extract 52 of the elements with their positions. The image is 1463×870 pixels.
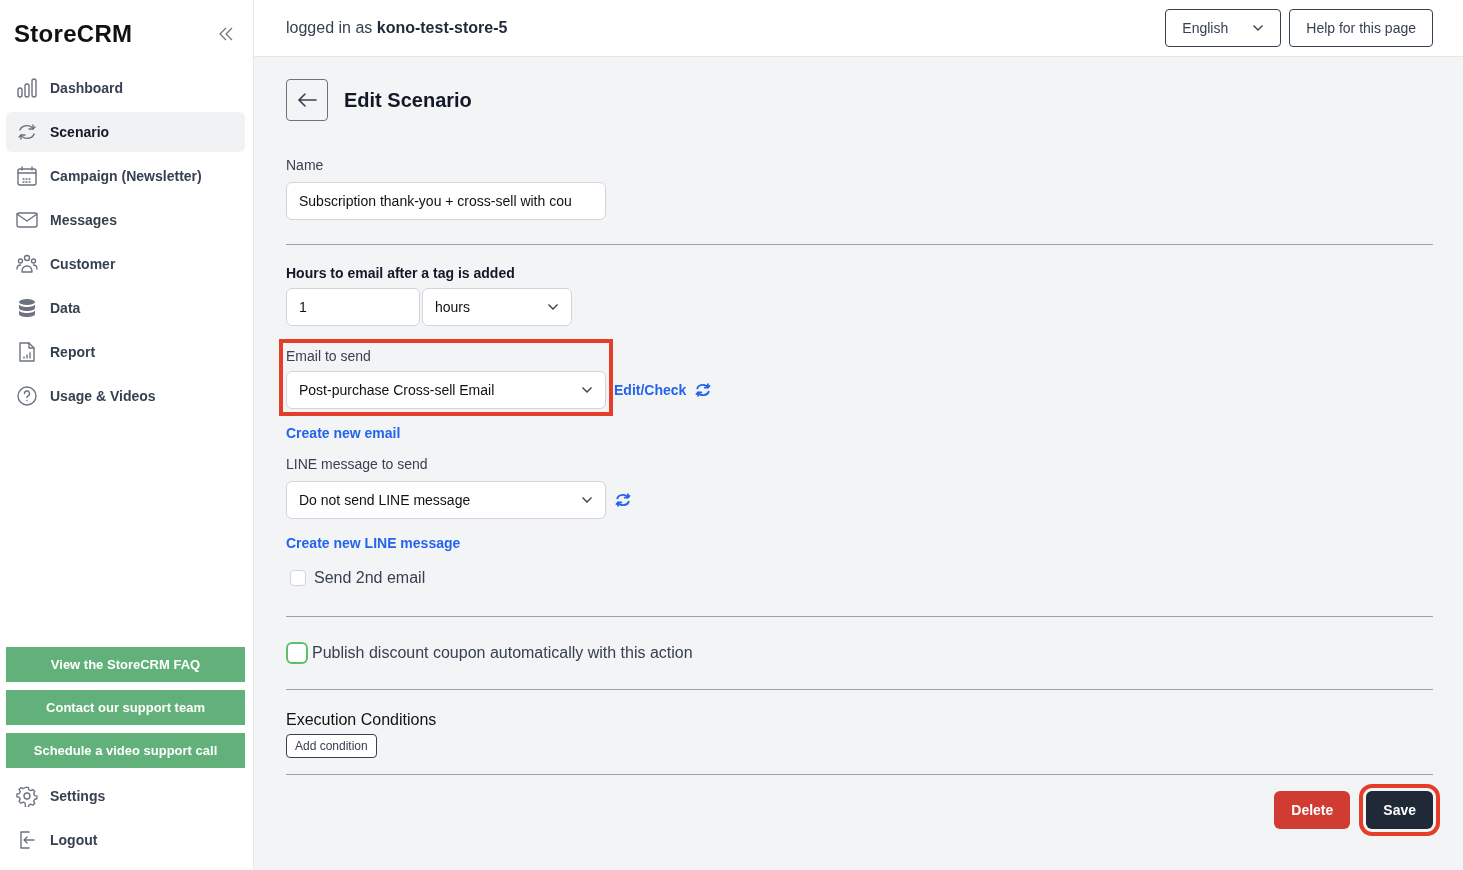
sidebar-item[interactable]: Report	[6, 332, 245, 372]
checkbox-label: Publish discount coupon automatically with this action	[312, 643, 693, 663]
field-label: Name	[286, 156, 325, 175]
back-button[interactable]	[286, 79, 328, 121]
sidebar-item[interactable]: Scenario	[6, 112, 245, 152]
language-select[interactable]: English	[1165, 9, 1282, 47]
sidebar-item[interactable]: Campaign (Newsletter)	[6, 156, 245, 196]
bar-chart-icon	[16, 77, 38, 99]
sidebar-item[interactable]: Dashboard	[6, 68, 245, 108]
field-label: LINE message to send	[286, 455, 429, 474]
sidebar-item[interactable]: Customer	[6, 244, 245, 284]
sidebar-item[interactable]: Data	[6, 288, 245, 328]
refresh-icon	[16, 121, 38, 143]
calendar-icon	[16, 165, 38, 187]
line-message-select[interactable]: Do not send LINE message	[286, 481, 606, 519]
create-line-message-link[interactable]: Create new LINE message	[286, 535, 461, 551]
help-button[interactable]: Help for this page	[1289, 9, 1433, 47]
sidebar-item[interactable]: Settings	[6, 776, 245, 816]
envelope-icon	[16, 209, 38, 231]
document-chart-icon	[16, 341, 38, 363]
edit-check-link[interactable]: Edit/Check	[614, 379, 687, 401]
name-input[interactable]: Subscription thank-you + cross-sell with cou	[286, 182, 606, 220]
sidebar-item[interactable]: Messages	[6, 200, 245, 240]
chevron-down-icon	[547, 303, 559, 311]
checkbox[interactable]	[290, 570, 306, 586]
collapse-sidebar-icon[interactable]	[219, 27, 233, 41]
hours-input[interactable]: 1	[286, 288, 420, 326]
refresh-icon[interactable]	[694, 381, 713, 399]
unit-select[interactable]: hours	[422, 288, 572, 326]
help-icon	[16, 385, 38, 407]
refresh-icon[interactable]	[614, 491, 632, 509]
arrow-left-icon	[297, 92, 317, 108]
checkbox-label: Send 2nd email	[314, 568, 426, 588]
field-label: Hours to email after a tag is added	[286, 264, 516, 283]
users-icon	[16, 253, 38, 275]
settings-icon	[16, 785, 38, 807]
logo: StoreCRM	[14, 19, 133, 49]
email-select[interactable]: Post-purchase Cross-sell Email	[286, 371, 606, 409]
sidebar-item[interactable]: Logout	[6, 820, 245, 860]
logged-in-text: logged in as kono-test-store-5	[286, 18, 508, 38]
add-condition-button[interactable]: Add condition	[286, 734, 377, 758]
section-title: Execution Conditions	[286, 710, 438, 730]
delete-button[interactable]: Delete	[1274, 791, 1351, 829]
checkbox[interactable]	[286, 642, 308, 664]
page-title: Edit Scenario	[344, 88, 472, 112]
create-email-link[interactable]: Create new email	[286, 425, 401, 441]
sidebar-item[interactable]: Usage & Videos	[6, 376, 245, 416]
chevron-down-icon	[1252, 24, 1265, 32]
field-label: Email to send	[286, 347, 372, 366]
database-icon	[16, 297, 38, 319]
chevron-down-icon	[581, 386, 593, 394]
chevron-down-icon	[581, 496, 593, 504]
